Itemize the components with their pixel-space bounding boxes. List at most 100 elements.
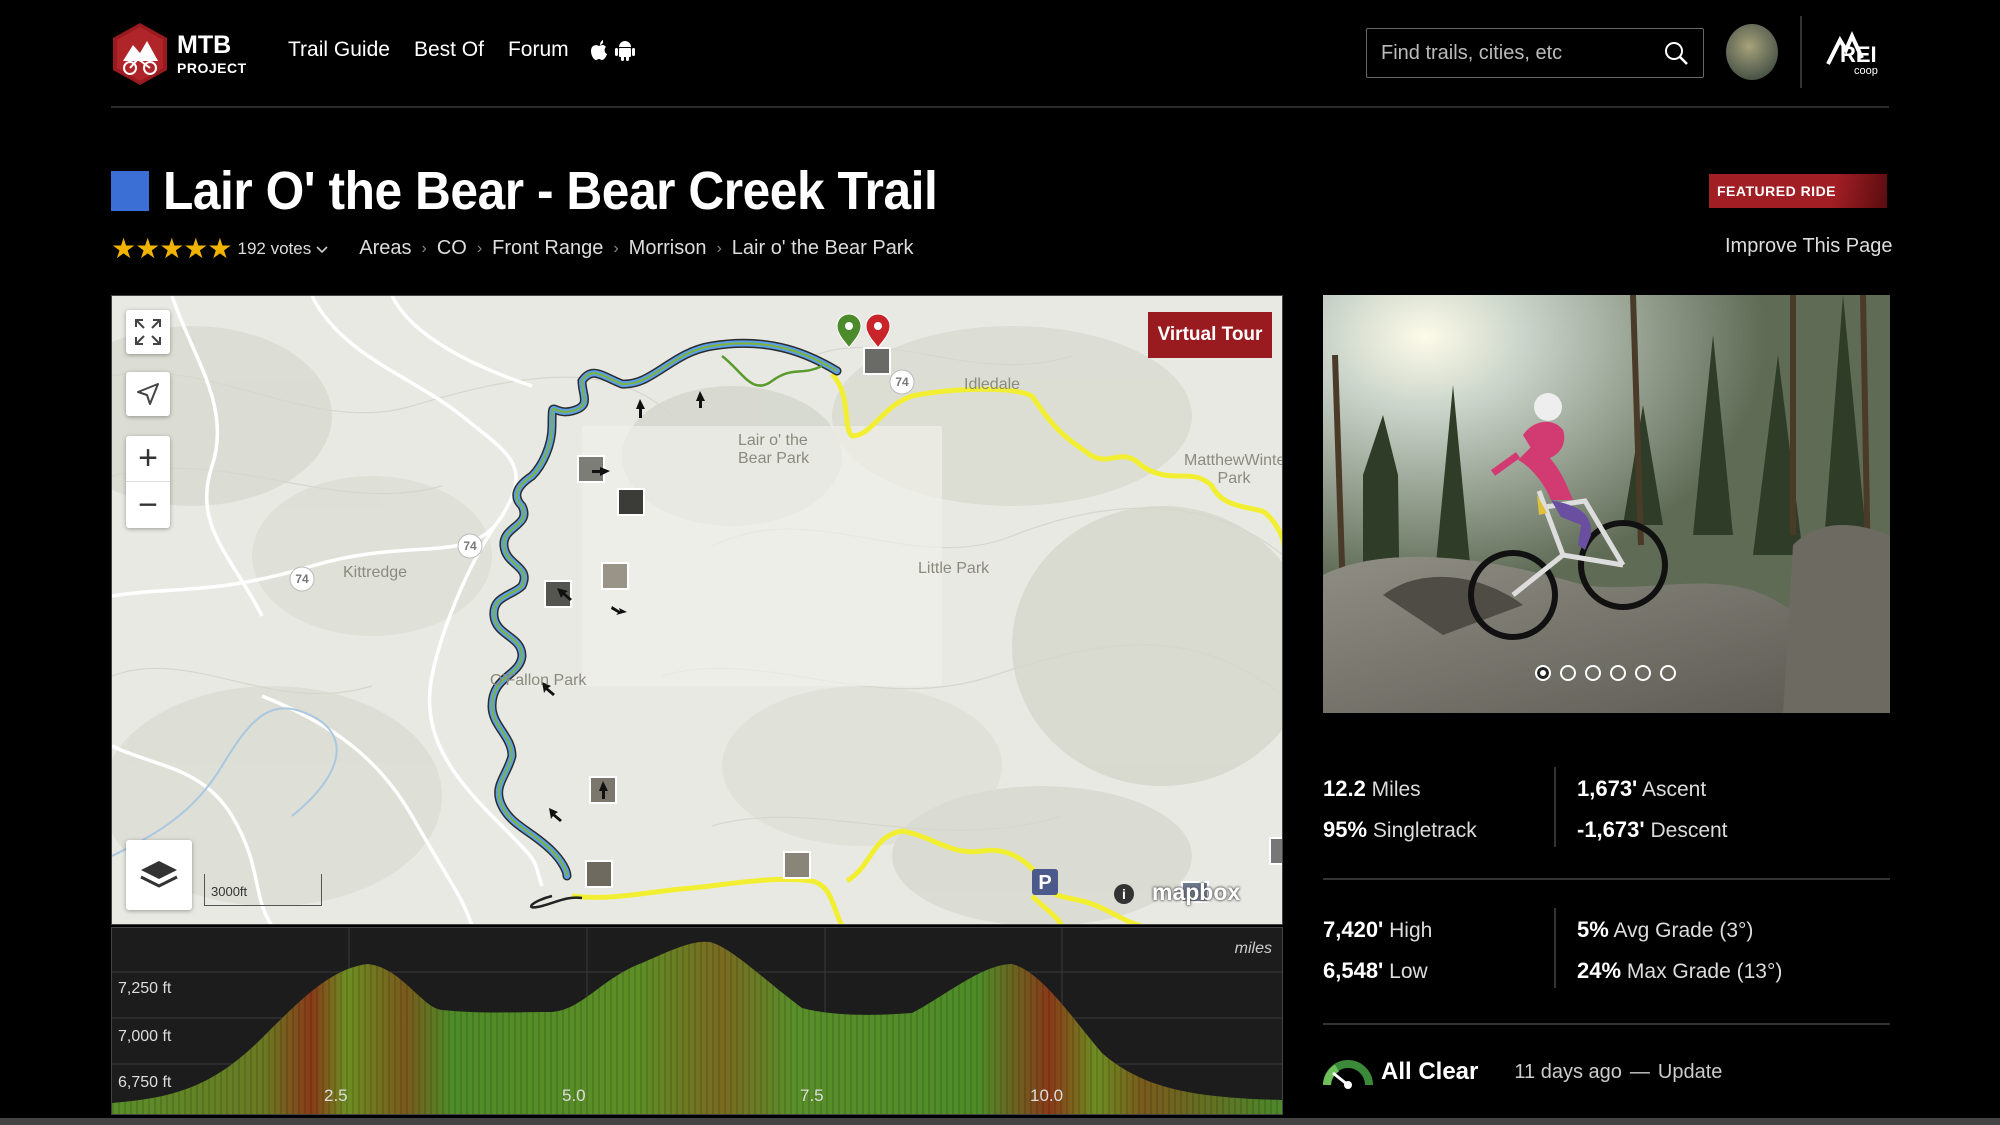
elevation-x-tick: 7.5: [800, 1086, 824, 1105]
elevation-y-tick: 6,750 ft: [118, 1074, 172, 1091]
breadcrumb-separator-icon: ›: [476, 239, 483, 257]
logo-subtitle: PROJECT: [177, 60, 247, 76]
vote-count[interactable]: 192 votes: [238, 239, 312, 259]
route-shield-label: 74: [463, 539, 477, 553]
zoom-in-button[interactable]: +: [126, 436, 170, 482]
descent-value: -1,673': [1577, 817, 1645, 842]
carousel-dot[interactable]: [1660, 665, 1676, 681]
elevation-chart[interactable]: [112, 928, 1283, 1115]
apple-icon[interactable]: [589, 39, 609, 61]
stats-col-right: 5% Avg Grade (3°) 24% Max Grade (13°): [1577, 910, 1782, 992]
zoom-out-button[interactable]: −: [126, 482, 170, 528]
breadcrumb-separator-icon: ›: [421, 239, 427, 257]
nav-trail-guide[interactable]: Trail Guide: [288, 38, 390, 62]
svg-text:REI: REI: [1840, 42, 1877, 67]
stats-col-left: 7,420' High 6,548' Low: [1323, 910, 1432, 992]
stats-divider: [1554, 767, 1556, 847]
carousel-dot[interactable]: [1635, 665, 1651, 681]
breadcrumb-co[interactable]: CO: [437, 237, 467, 260]
breadcrumb-separator-icon: ›: [613, 239, 619, 257]
descent-label: Descent: [1650, 819, 1728, 842]
search-input[interactable]: [1381, 41, 1661, 65]
carousel-dot[interactable]: [1535, 665, 1551, 681]
map-label-lair-park: Lair o' the Bear Park: [738, 432, 810, 468]
site-header: MTB PROJECT Trail Guide Best Of Forum Fi…: [111, 0, 1889, 108]
distance-value: 12.2: [1323, 776, 1366, 801]
carousel-dot[interactable]: [1585, 665, 1601, 681]
header-divider: [1800, 16, 1802, 88]
max-grade-value: 24%: [1577, 958, 1622, 983]
breadcrumb-lair-park[interactable]: Lair o' the Bear Park: [732, 237, 914, 260]
carousel-dot[interactable]: [1560, 665, 1576, 681]
chevron-down-icon[interactable]: [315, 244, 329, 254]
elevation-unit-label: miles: [1234, 940, 1272, 957]
logo-title: MTB: [177, 31, 232, 59]
zoom-controls: + −: [126, 436, 170, 528]
virtual-tour-button[interactable]: Virtual Tour: [1148, 312, 1272, 358]
difficulty-blue-square-icon: [111, 171, 149, 211]
trail-map[interactable]: 74 74 74 P Kittredge Lair o' the Bear Pa…: [111, 295, 1283, 925]
fullscreen-button[interactable]: [126, 310, 170, 354]
expand-icon: [135, 319, 161, 345]
photo-marker-icon[interactable]: [585, 860, 613, 888]
nav-forum[interactable]: Forum: [508, 38, 569, 62]
trail-photo-carousel[interactable]: [1323, 295, 1890, 713]
app-links: [589, 38, 635, 62]
layers-icon: [140, 861, 178, 888]
photo-marker-icon[interactable]: [1269, 837, 1283, 865]
map-label-kittredge: Kittredge: [343, 564, 408, 581]
info-icon[interactable]: i: [1114, 884, 1134, 904]
star-rating[interactable]: ★★★★★: [111, 232, 233, 265]
elevation-y-tick: 7,250 ft: [118, 980, 172, 997]
trailhead-start-pin-icon[interactable]: [836, 313, 862, 349]
photo-marker-icon[interactable]: [617, 488, 645, 516]
ascent-value: 1,673': [1577, 776, 1638, 801]
update-conditions-link[interactable]: Update: [1658, 1061, 1723, 1084]
map-label-little-park: Little Park: [918, 560, 990, 577]
location-arrow-icon: [137, 383, 159, 405]
breadcrumb-front-range[interactable]: Front Range: [492, 237, 603, 260]
elevation-x-tick: 10.0: [1030, 1086, 1064, 1105]
android-icon[interactable]: [614, 39, 635, 61]
rei-coop-logo[interactable]: REI coop: [1826, 28, 1888, 76]
map-canvas[interactable]: 74 74 74 P: [112, 296, 1283, 925]
locate-me-button[interactable]: [126, 372, 170, 416]
map-scale: 3000ft: [204, 874, 322, 906]
conditions-updated: 11 days ago: [1514, 1060, 1622, 1083]
mapbox-attribution[interactable]: mapbox: [1152, 879, 1240, 906]
singletrack-label: Singletrack: [1372, 819, 1477, 842]
direction-arrow-icon: [549, 808, 562, 822]
elevation-profile[interactable]: miles 7,250 ft 7,000 ft 6,750 ft 2.5 5.0…: [111, 927, 1283, 1115]
avg-grade-value: 5%: [1577, 917, 1609, 942]
user-avatar[interactable]: [1726, 24, 1778, 80]
trailhead-end-pin-icon[interactable]: [865, 313, 891, 349]
nav-best-of[interactable]: Best Of: [414, 38, 484, 62]
improve-page-link[interactable]: Improve This Page: [1725, 235, 1893, 258]
carousel-dot[interactable]: [1610, 665, 1626, 681]
high-value: 7,420': [1323, 917, 1384, 942]
rating-breadcrumb-row: ★★★★★ 192 votes Areas › CO › Front Range…: [111, 232, 913, 265]
photo-marker-icon[interactable]: [863, 347, 891, 375]
high-label: High: [1389, 919, 1433, 942]
stats-col-left: 12.2 Miles 95% Singletrack: [1323, 769, 1477, 851]
breadcrumb-areas[interactable]: Areas: [359, 237, 411, 260]
map-label-idledale: Idledale: [964, 376, 1021, 393]
search-icon[interactable]: [1663, 40, 1689, 66]
trail-conditions: All Clear 11 days ago — Update: [1323, 1055, 1722, 1089]
breadcrumb-morrison[interactable]: Morrison: [629, 237, 707, 260]
avg-grade-label: Avg Grade (3°): [1613, 919, 1754, 942]
map-label-ofallon-park: O'Fallon Park: [490, 672, 587, 689]
photo-marker-icon[interactable]: [601, 562, 629, 590]
trail-photo[interactable]: [1323, 295, 1890, 713]
map-label-matthew-winters: MatthewWinters Park: [1184, 452, 1282, 488]
photo-marker-icon[interactable]: [783, 851, 811, 879]
mtb-project-logo[interactable]: MTB PROJECT: [111, 18, 271, 90]
conditions-gauge-icon: [1323, 1060, 1373, 1089]
photo-marker-icon[interactable]: [544, 580, 572, 608]
map-layers-button[interactable]: [126, 840, 192, 910]
featured-ride-badge: FEATURED RIDE: [1709, 174, 1887, 208]
page-title: Lair O' the Bear - Bear Creek Trail: [163, 161, 938, 221]
elevation-x-tick: 5.0: [562, 1086, 586, 1105]
low-label: Low: [1389, 960, 1428, 983]
elevation-y-tick: 7,000 ft: [118, 1028, 172, 1045]
